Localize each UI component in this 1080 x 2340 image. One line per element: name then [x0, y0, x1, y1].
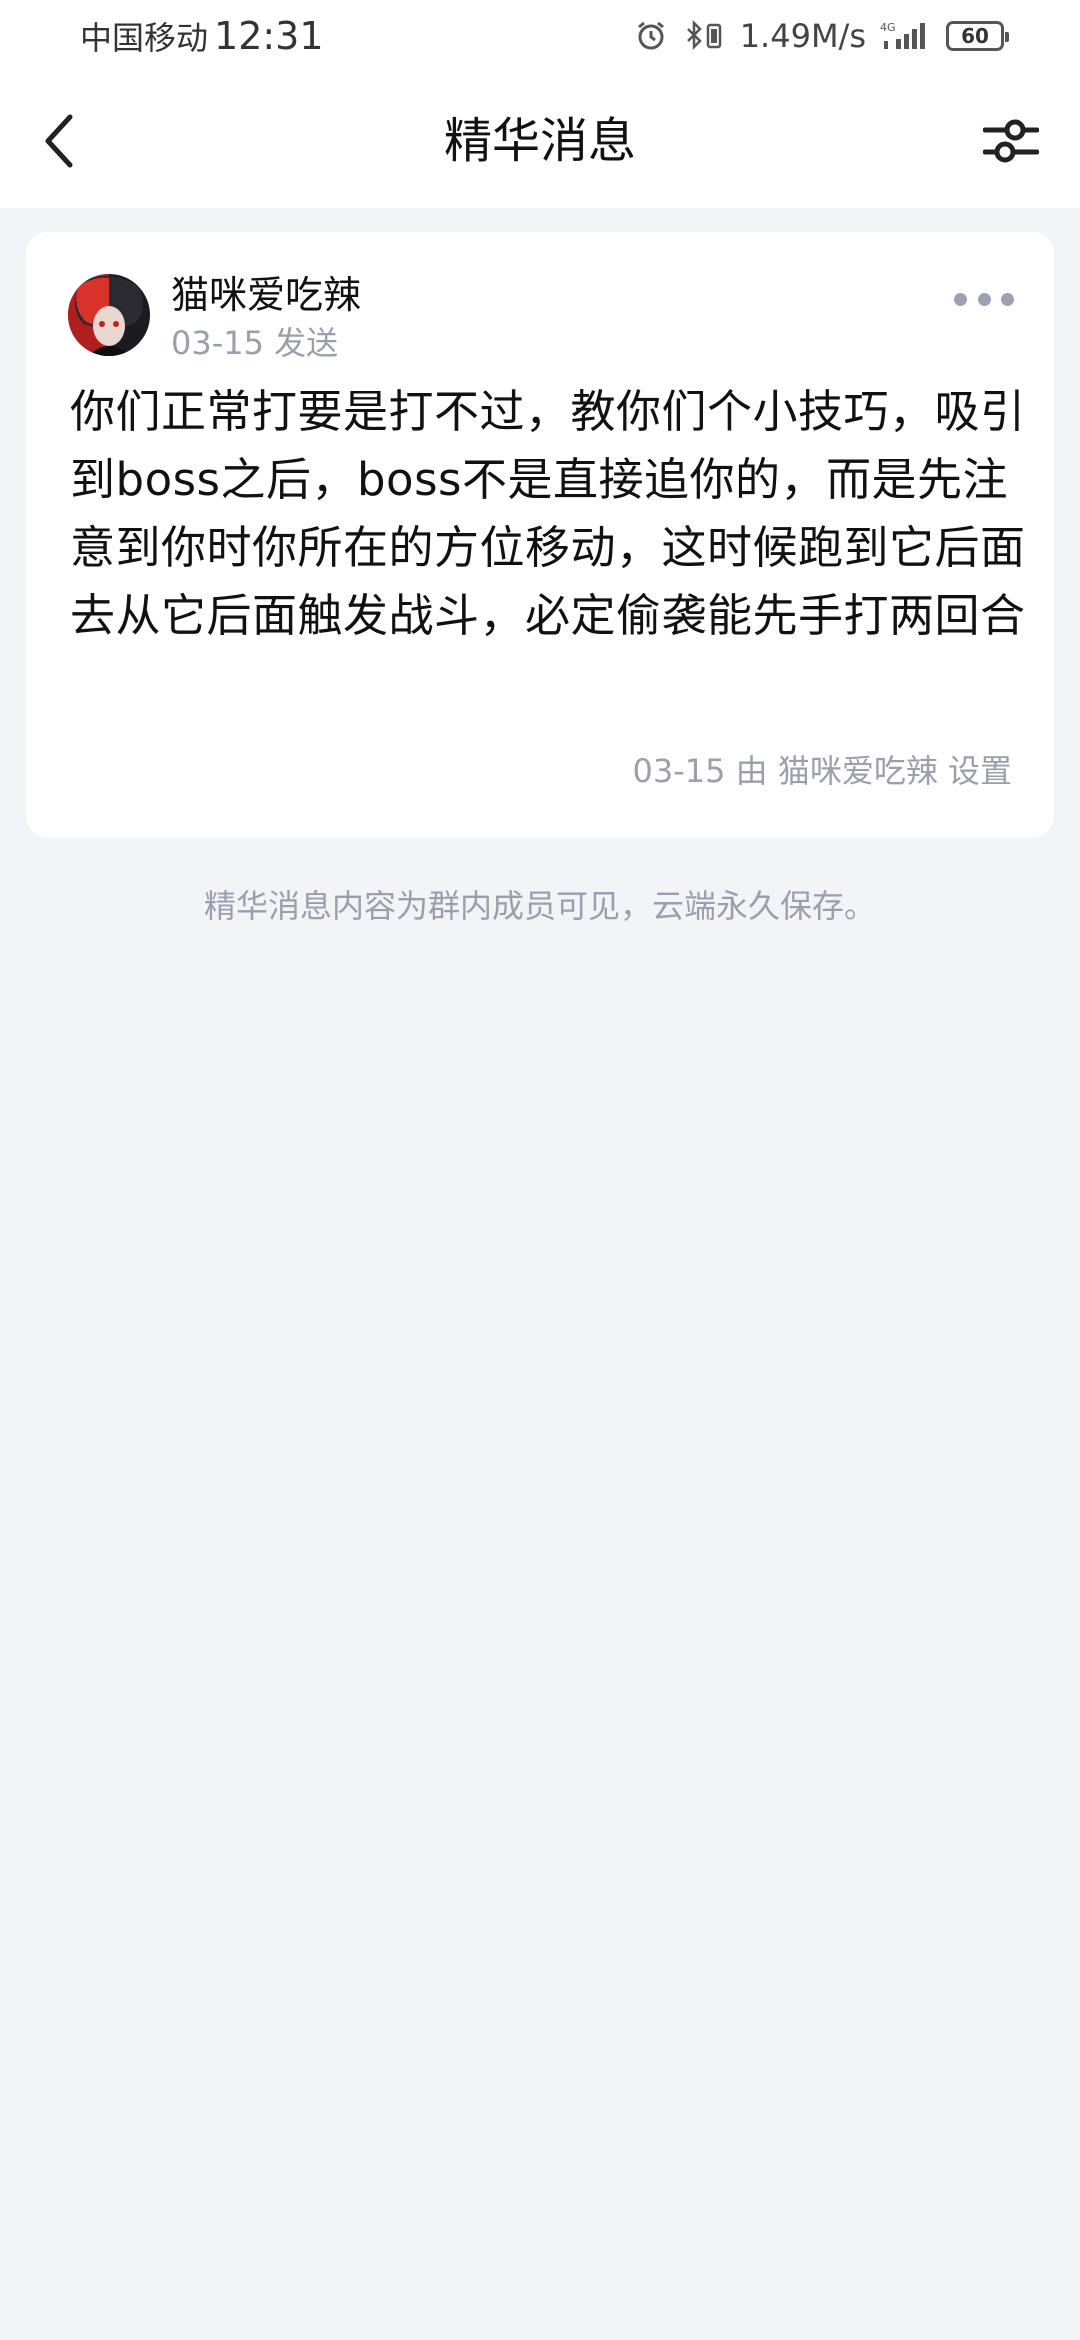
signal-icon: 4G [880, 19, 932, 53]
network-speed: 1.49M/s [739, 17, 866, 55]
status-left: 中国移动 12:31 [80, 14, 324, 60]
more-dot-icon [1001, 292, 1014, 306]
svg-text:4G: 4G [880, 21, 896, 34]
bluetooth-vibrate-icon [682, 19, 726, 53]
page-title: 精华消息 [443, 113, 636, 169]
post-time: 03-15 发送 [171, 324, 339, 362]
filter-button[interactable] [978, 108, 1044, 174]
alarm-icon [634, 19, 668, 53]
more-options-button[interactable] [954, 284, 1014, 314]
essence-message-card[interactable]: 猫咪爱吃辣 03-15 发送 你们正常打要是打不过，教你们个小技巧，吸引到bos… [26, 232, 1054, 838]
navigation-bar: 精华消息 [0, 74, 1080, 208]
status-right: 1.49M/s 4G 60 [634, 14, 1009, 58]
clock: 12:31 [214, 14, 324, 58]
more-dot-icon [977, 292, 991, 306]
sliders-icon [983, 119, 1039, 163]
more-dot-icon [954, 292, 967, 306]
message-content[interactable]: 你们正常打要是打不过，教你们个小技巧，吸引到boss之后，boss不是直接追你的… [70, 378, 1050, 650]
carrier-label: 中国移动 [80, 19, 209, 57]
status-bar: 中国移动 12:31 1.49M/s 4G 60 [0, 0, 1080, 74]
avatar[interactable] [68, 274, 150, 356]
battery-icon: 60 [946, 21, 1009, 51]
set-by-info: 03-15 由 猫咪爱吃辣 设置 [632, 752, 1012, 790]
author-name[interactable]: 猫咪爱吃辣 [171, 270, 361, 320]
footer-note: 精华消息内容为群内成员可见，云端永久保存。 [203, 887, 876, 925]
